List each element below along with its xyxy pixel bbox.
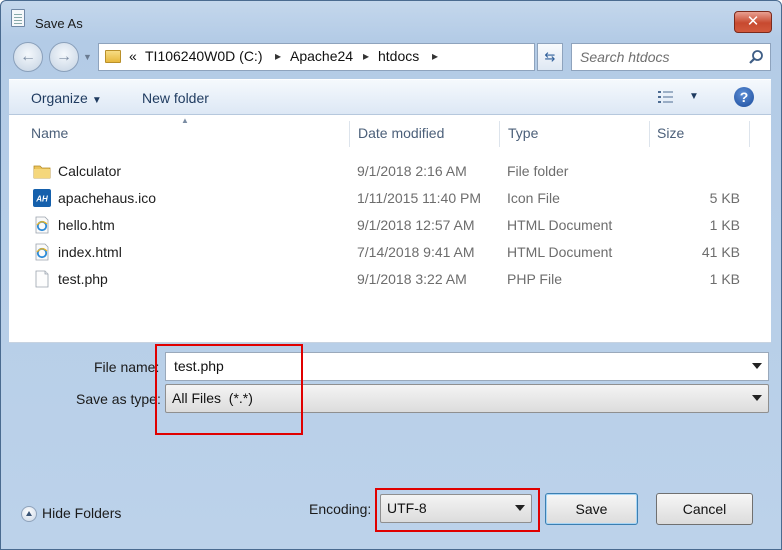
column-header-type[interactable]: Type xyxy=(494,115,644,151)
encoding-select[interactable]: UTF-8 xyxy=(380,494,532,523)
save-button[interactable]: Save xyxy=(545,493,638,525)
document-icon xyxy=(11,9,25,27)
file-size: 1 KB xyxy=(709,271,740,287)
file-name: Calculator xyxy=(58,163,122,179)
save-as-type-select[interactable]: All Files (*.*) xyxy=(165,384,769,413)
file-row-test-php[interactable]: test.php 9/1/2018 3:22 AM PHP File 1 KB xyxy=(9,266,771,293)
cancel-button[interactable]: Cancel xyxy=(656,493,753,525)
chevron-down-icon xyxy=(752,395,762,401)
file-size: 1 KB xyxy=(709,217,740,233)
recent-pages-chevron-down-icon[interactable]: ▼ xyxy=(83,50,95,64)
file-name: index.html xyxy=(58,244,122,260)
title-bar: Save As ✕ xyxy=(1,1,781,37)
breadcrumb-overflow[interactable]: « xyxy=(129,48,137,64)
save-as-dialog: Save As ✕ ← → ▼ « TI106240W0D (C:) ▸ Apa… xyxy=(0,0,782,550)
folder-icon xyxy=(33,165,51,179)
file-type: Icon File xyxy=(507,190,560,206)
file-name-value: test.php xyxy=(174,358,224,374)
file-date: 9/1/2018 12:57 AM xyxy=(357,217,475,233)
column-header-size[interactable]: Size xyxy=(643,115,753,151)
file-size: 41 KB xyxy=(701,244,740,260)
ie-document-icon xyxy=(35,216,49,234)
command-bar: Organize ▼ New folder ▼ ? xyxy=(9,79,771,115)
organize-button[interactable]: Organize ▼ xyxy=(31,90,102,106)
encoding-value: UTF-8 xyxy=(387,500,427,516)
file-list: ▲ Name Date modified Type Size Calculato… xyxy=(9,115,771,343)
breadcrumb-drive[interactable]: TI106240W0D (C:) xyxy=(145,48,262,64)
search-icon[interactable] xyxy=(748,49,764,65)
save-as-type-label: Save as type: xyxy=(76,391,161,407)
svg-text:AH: AH xyxy=(35,195,48,204)
column-divider xyxy=(749,121,750,147)
chevron-down-icon xyxy=(515,505,525,511)
forward-button[interactable]: → xyxy=(49,42,79,72)
file-name: test.php xyxy=(58,271,108,287)
blank-document-icon xyxy=(35,270,49,288)
window-title: Save As xyxy=(35,16,83,31)
file-name: hello.htm xyxy=(58,217,115,233)
column-header-date[interactable]: Date modified xyxy=(344,115,494,151)
encoding-label: Encoding: xyxy=(309,501,372,517)
file-name-input[interactable]: test.php xyxy=(165,352,769,381)
new-folder-button[interactable]: New folder xyxy=(142,90,209,106)
help-icon[interactable]: ? xyxy=(734,87,754,107)
file-type: File folder xyxy=(507,163,569,179)
file-row-hello[interactable]: hello.htm 9/1/2018 12:57 AM HTML Documen… xyxy=(9,212,771,239)
chevron-down-icon: ▼ xyxy=(91,95,102,106)
apachehaus-icon: AH xyxy=(33,189,51,207)
file-date: 9/1/2018 3:22 AM xyxy=(357,271,467,287)
breadcrumb-htdocs[interactable]: htdocs xyxy=(378,48,419,64)
file-type: HTML Document xyxy=(507,244,613,260)
refresh-button[interactable]: ⇆ xyxy=(537,43,563,71)
file-date: 1/11/2015 11:40 PM xyxy=(357,190,482,206)
file-row-apachehaus[interactable]: AH apachehaus.ico 1/11/2015 11:40 PM Ico… xyxy=(9,185,771,212)
view-list-icon[interactable] xyxy=(657,89,675,105)
file-type: PHP File xyxy=(507,271,562,287)
file-row-index[interactable]: index.html 7/14/2018 9:41 AM HTML Docume… xyxy=(9,239,771,266)
save-as-type-value: All Files (*.*) xyxy=(172,390,253,406)
breadcrumb-apache24[interactable]: Apache24 xyxy=(290,48,353,64)
hide-folders-label: Hide Folders xyxy=(42,505,122,521)
file-type: HTML Document xyxy=(507,217,613,233)
folder-icon xyxy=(105,50,121,63)
file-date: 9/1/2018 2:16 AM xyxy=(357,163,467,179)
column-header-name[interactable]: Name xyxy=(17,115,347,151)
collapse-up-icon xyxy=(21,506,37,522)
file-size: 5 KB xyxy=(709,190,740,206)
breadcrumb-chevron-icon[interactable]: ▸ xyxy=(363,49,369,63)
chevron-down-icon[interactable] xyxy=(752,363,762,369)
breadcrumb-chevron-icon[interactable]: ▸ xyxy=(432,49,438,63)
ie-document-icon xyxy=(35,243,49,261)
file-name: apachehaus.ico xyxy=(58,190,157,206)
search-input[interactable]: Search htdocs xyxy=(571,43,771,71)
close-button[interactable]: ✕ xyxy=(734,11,772,33)
address-bar[interactable]: « TI106240W0D (C:) ▸ Apache24 ▸ htdocs ▸ xyxy=(98,43,535,71)
breadcrumb-chevron-icon[interactable]: ▸ xyxy=(275,49,281,63)
view-options-chevron-down-icon[interactable]: ▼ xyxy=(689,91,699,102)
file-row-calculator[interactable]: Calculator 9/1/2018 2:16 AM File folder xyxy=(9,158,771,185)
back-button[interactable]: ← xyxy=(13,42,43,72)
file-name-label: File name: xyxy=(94,359,160,375)
search-placeholder: Search htdocs xyxy=(580,49,670,65)
organize-label: Organize xyxy=(31,90,88,106)
file-date: 7/14/2018 9:41 AM xyxy=(357,244,475,260)
